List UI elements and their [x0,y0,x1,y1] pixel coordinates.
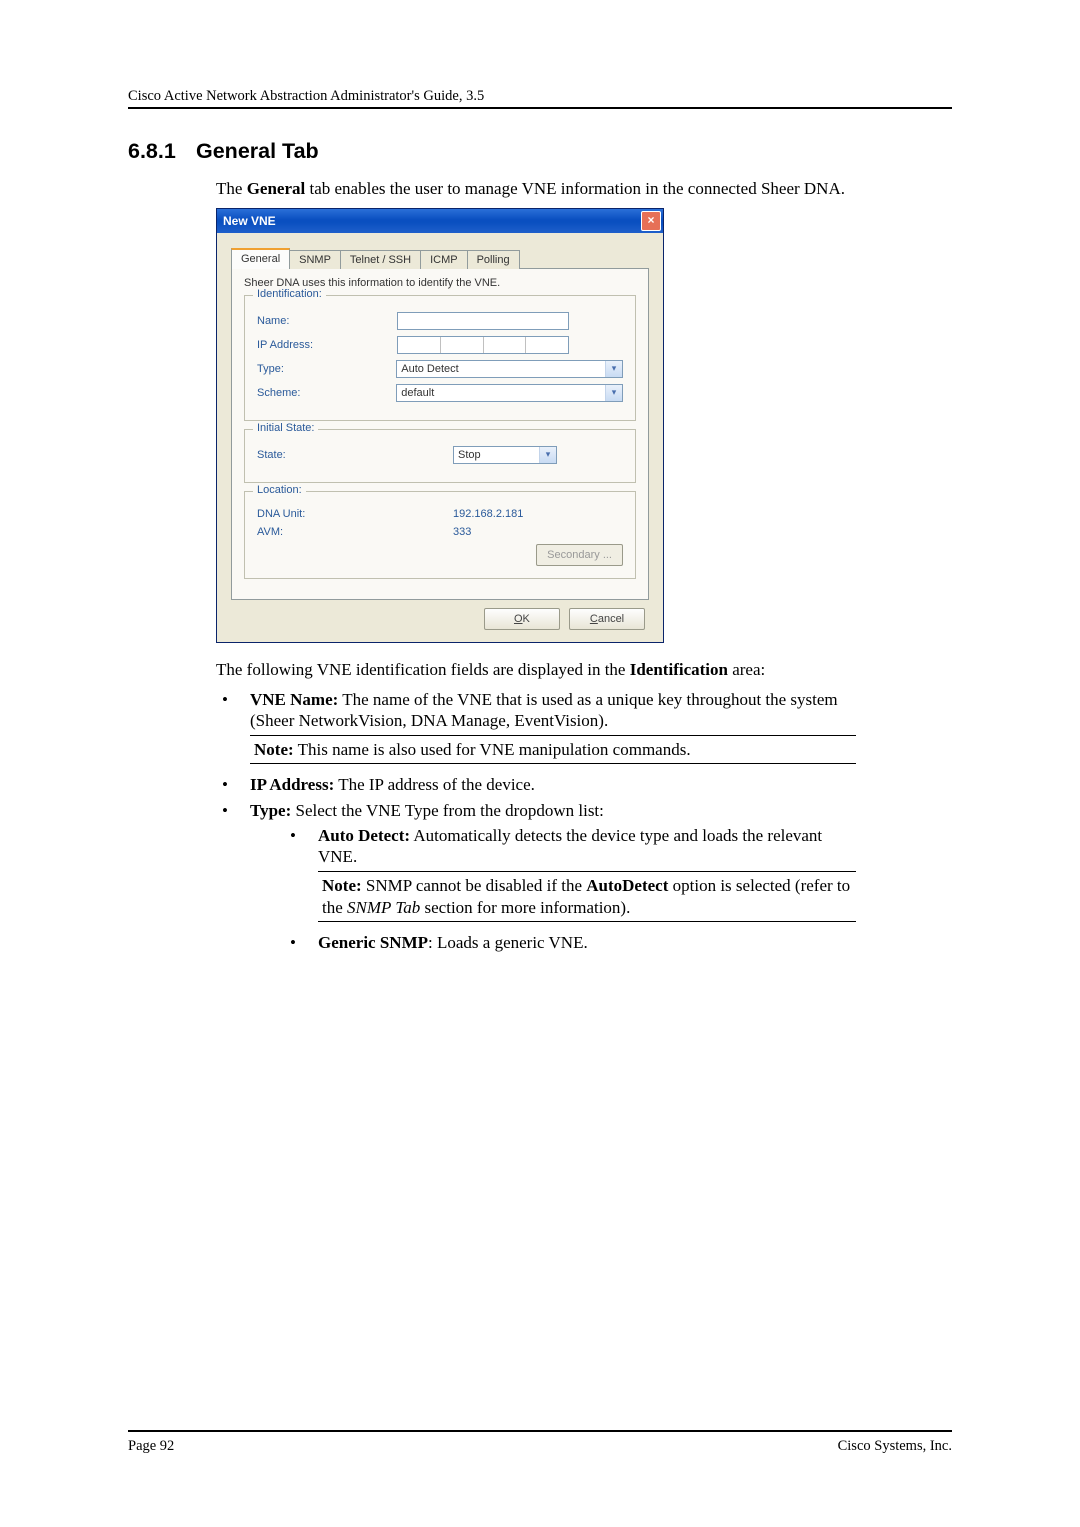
section-number: 6.8.1 [128,139,196,164]
list-item: • Generic SNMP: Loads a generic VNE. [284,932,856,953]
bullet-icon: • [284,932,318,953]
tabs: General SNMP Telnet / SSH ICMP Polling [231,247,649,269]
list-item: • Type: Select the VNE Type from the dro… [216,800,856,958]
type-value: Auto Detect [397,363,605,375]
dialog-title: New VNE [223,214,276,228]
scheme-label: Scheme: [257,387,396,399]
dna-unit-value: 192.168.2.181 [453,508,523,520]
dna-unit-label: DNA Unit: [257,508,397,520]
note-box: Note: SNMP cannot be disabled if the Aut… [318,871,856,922]
section-title: General Tab [196,139,319,163]
bullet-icon: • [216,689,250,771]
list-item: • VNE Name: The name of the VNE that is … [216,689,856,771]
page-number: Page 92 [128,1438,174,1455]
footer-rule [128,1430,952,1432]
new-vne-dialog: New VNE × General SNMP Telnet / SSH ICMP… [216,208,664,643]
state-value: Stop [454,449,539,461]
location-legend: Location: [253,484,306,496]
secondary-button[interactable]: Secondary ... [536,544,623,566]
ip-label: IP Address: [257,339,397,351]
tab-general[interactable]: General [231,248,290,269]
list-item: • Auto Detect: Automatically detects the… [284,825,856,928]
identification-fieldset: Identification: Name: IP Address: [244,295,636,421]
section-heading: 6.8.1General Tab [128,139,952,164]
state-label: State: [257,449,397,461]
ip-address-input[interactable] [397,336,569,354]
scheme-dropdown[interactable]: default ▾ [396,384,623,402]
tab-panel: Sheer DNA uses this information to ident… [231,268,649,600]
tab-telnet-ssh[interactable]: Telnet / SSH [340,250,421,269]
name-label: Name: [257,315,397,327]
header-rule [128,107,952,109]
tab-polling[interactable]: Polling [467,250,520,269]
footer-right: Cisco Systems, Inc. [838,1438,952,1455]
type-label: Type: [257,363,396,375]
ok-button[interactable]: OK [484,608,560,630]
type-dropdown[interactable]: Auto Detect ▾ [396,360,623,378]
bullet-icon: • [216,774,250,795]
cancel-button[interactable]: Cancel [569,608,645,630]
lead-paragraph: The following VNE identification fields … [216,659,856,681]
close-icon[interactable]: × [641,211,661,231]
initial-state-fieldset: Initial State: State: Stop ▾ [244,429,636,483]
intro-paragraph: The General tab enables the user to mana… [216,178,856,200]
running-header: Cisco Active Network Abstraction Adminis… [128,88,952,105]
chevron-down-icon[interactable]: ▾ [605,385,622,401]
tab-icmp[interactable]: ICMP [420,250,468,269]
bullet-icon: • [284,825,318,928]
tab-snmp[interactable]: SNMP [289,250,341,269]
scheme-value: default [397,387,605,399]
page-footer: Page 92 Cisco Systems, Inc. [128,1438,952,1455]
chevron-down-icon[interactable]: ▾ [539,447,556,463]
initial-state-legend: Initial State: [253,422,318,434]
avm-value: 333 [453,526,471,538]
location-fieldset: Location: DNA Unit: 192.168.2.181 AVM: 3… [244,491,636,579]
state-dropdown[interactable]: Stop ▾ [453,446,557,464]
bullet-icon: • [216,800,250,958]
note-box: Note: This name is also used for VNE man… [250,735,856,764]
list-item: • IP Address: The IP address of the devi… [216,774,856,795]
name-input[interactable] [397,312,569,330]
identification-legend: Identification: [253,288,326,300]
dialog-footer: OK Cancel [231,600,649,632]
avm-label: AVM: [257,526,397,538]
chevron-down-icon[interactable]: ▾ [605,361,622,377]
dialog-titlebar[interactable]: New VNE × [217,209,663,233]
